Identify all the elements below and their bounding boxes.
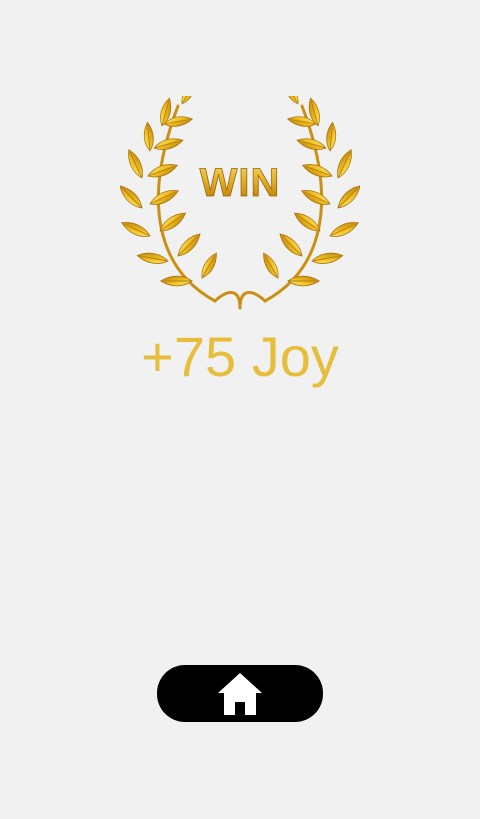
reward-amount: +75 Joy [141,325,339,388]
home-button[interactable] [157,665,323,722]
win-laurel-badge: WIN [120,96,360,312]
laurel-wreath-icon: WIN [120,96,360,310]
home-icon [218,672,262,715]
win-label: WIN [200,161,281,205]
